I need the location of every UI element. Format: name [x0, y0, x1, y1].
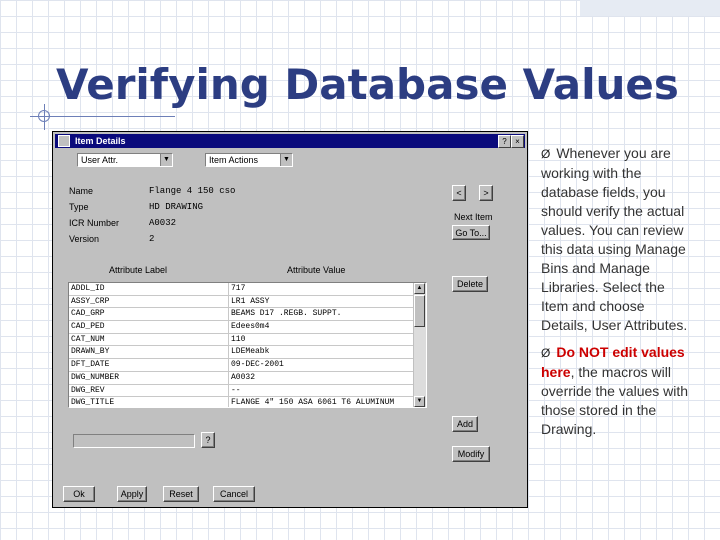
- row-label: CAD_PED: [69, 321, 229, 333]
- cancel-button[interactable]: Cancel: [213, 486, 255, 502]
- delete-button[interactable]: Delete: [452, 276, 488, 292]
- attributes-table[interactable]: ADDL_ID 717 ASSY_CRP LR1 ASSY CAD_GRP BEAMS…: [68, 282, 427, 408]
- dialog-titlebar[interactable]: Item Details ? ×: [55, 134, 525, 148]
- ok-button[interactable]: Ok: [63, 486, 95, 502]
- row-value: --: [231, 385, 241, 395]
- chevron-down-icon[interactable]: ▼: [160, 154, 172, 166]
- table-row[interactable]: DWG_REV --: [69, 384, 426, 398]
- table-scrollbar[interactable]: ▲ ▼: [413, 283, 426, 407]
- help-title-button[interactable]: ?: [498, 135, 511, 148]
- row-label: DRAWN_BY: [69, 346, 229, 359]
- version-label: Version: [69, 234, 100, 244]
- attribute-value-header: Attribute Value: [287, 265, 346, 275]
- table-row[interactable]: DWG_NUMBER A0032: [69, 371, 426, 385]
- table-row[interactable]: DRAWN_BY LDEMeabk: [69, 346, 426, 360]
- row-value: LR1 ASSY: [231, 296, 270, 306]
- arrow-bullet-icon: Ø: [541, 147, 551, 161]
- row-value: BEAMS D17 .REGB. SUPPT.: [231, 309, 342, 319]
- next-item-label: Next Item: [454, 212, 493, 222]
- row-label: ADDL_ID: [69, 283, 229, 295]
- row-value: A0032: [231, 372, 256, 382]
- row-label: DWG_REV: [69, 384, 229, 397]
- icr-number-value: A0032: [149, 218, 177, 228]
- type-label: Type: [69, 202, 89, 212]
- bullet-item: Ø Whenever you are working with the datab…: [541, 144, 691, 335]
- slide-title: Verifying Database Values: [56, 60, 679, 109]
- row-label: ASSY_CRP: [69, 295, 229, 308]
- bullet-item: Ø Do NOT edit values here, the macros wil…: [541, 343, 691, 439]
- user-attr-select[interactable]: User Attr. ▼: [77, 153, 173, 167]
- close-title-button[interactable]: ×: [511, 135, 524, 148]
- row-value: 09-DEC-2001: [231, 360, 284, 370]
- row-value: Edees0m4: [231, 322, 270, 332]
- row-label: DWG_NUMBER: [69, 371, 229, 384]
- add-button[interactable]: Add: [452, 416, 478, 432]
- window-app-icon: [58, 135, 70, 147]
- decor-line-horizontal: [30, 116, 175, 117]
- table-row[interactable]: CAT_NUM 110: [69, 333, 426, 347]
- table-row[interactable]: CAD_PED Edees0m4: [69, 321, 426, 334]
- table-row[interactable]: DWG_TITLE FLANGE 4" 150 ASA 6061 T6 ALUMI…: [69, 397, 426, 408]
- table-row[interactable]: ASSY_CRP LR1 ASSY: [69, 295, 426, 309]
- goto-button[interactable]: Go To...: [452, 225, 490, 240]
- row-label: DWG_TITLE: [69, 397, 229, 407]
- item-details-dialog: Item Details ? × User Attr. ▼ Item Actio…: [52, 131, 528, 508]
- bullet-text: Whenever you are working with the databa…: [541, 145, 688, 333]
- corner-decoration: [580, 0, 720, 16]
- version-value: 2: [149, 234, 155, 244]
- modify-button[interactable]: Modify: [452, 446, 490, 462]
- table-row[interactable]: CAD_GRP BEAMS D17 .REGB. SUPPT.: [69, 308, 426, 322]
- decor-circle: [38, 110, 50, 122]
- attribute-label-header: Attribute Label: [109, 265, 168, 275]
- reset-button[interactable]: Reset: [163, 486, 199, 502]
- row-value: 717: [231, 284, 246, 293]
- row-label: CAD_GRP: [69, 308, 229, 321]
- dialog-title: Item Details: [75, 136, 126, 146]
- next-item-button[interactable]: >: [479, 185, 493, 201]
- type-value: HD DRAWING: [149, 202, 204, 212]
- scroll-up-icon[interactable]: ▲: [414, 283, 425, 294]
- name-label: Name: [69, 186, 94, 196]
- name-value: Flange 4 150 cso: [149, 186, 236, 196]
- scroll-thumb[interactable]: [414, 295, 425, 327]
- bullet-list: Ø Whenever you are working with the datab…: [541, 144, 691, 447]
- attribute-edit-field[interactable]: [73, 434, 195, 448]
- item-actions-select[interactable]: Item Actions ▼: [205, 153, 293, 167]
- table-row[interactable]: DFT_DATE 09-DEC-2001: [69, 359, 426, 372]
- row-label: DFT_DATE: [69, 359, 229, 371]
- icr-number-label: ICR Number: [69, 218, 120, 228]
- row-value: 110: [231, 334, 246, 344]
- row-value: LDEMeabk: [231, 347, 270, 357]
- prev-item-button[interactable]: <: [452, 185, 466, 201]
- help-small-button[interactable]: ?: [201, 432, 215, 448]
- apply-button[interactable]: Apply: [117, 486, 147, 502]
- row-label: CAT_NUM: [69, 333, 229, 346]
- arrow-bullet-icon: Ø: [541, 346, 551, 360]
- table-row[interactable]: ADDL_ID 717: [69, 283, 426, 296]
- item-actions-select-value: Item Actions: [209, 155, 259, 165]
- user-attr-select-value: User Attr.: [81, 155, 119, 165]
- row-value: FLANGE 4" 150 ASA 6061 T6 ALUMINUM: [231, 398, 395, 408]
- scroll-down-icon[interactable]: ▼: [414, 396, 425, 407]
- chevron-down-icon[interactable]: ▼: [280, 154, 292, 166]
